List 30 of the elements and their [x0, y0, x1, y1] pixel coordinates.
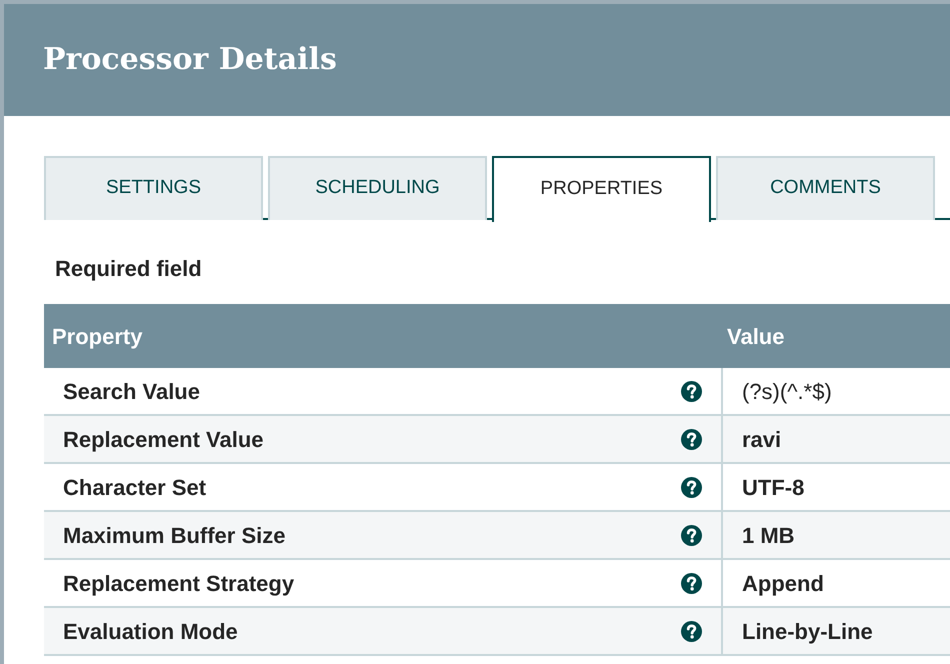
- tab[interactable]: SETTINGS: [44, 156, 263, 220]
- table-row[interactable]: Replacement Value ravi: [44, 416, 950, 464]
- property-value: Append: [742, 570, 824, 598]
- property-value: (?s)(^.*$): [742, 378, 832, 406]
- table-row[interactable]: Maximum Buffer Size 1 MB: [44, 512, 950, 560]
- table-row[interactable]: Search Value (?s)(^.*$): [44, 368, 950, 416]
- table-row[interactable]: Character Set UTF-8: [44, 464, 950, 512]
- help-icon[interactable]: [681, 524, 702, 546]
- property-name: Search Value: [63, 378, 201, 406]
- property-value: Line-by-Line: [742, 618, 873, 646]
- table-row[interactable]: Evaluation Mode Line-by-Line: [44, 608, 950, 656]
- property-value: UTF-8: [742, 474, 804, 502]
- help-icon[interactable]: [681, 380, 702, 402]
- tab[interactable]: SCHEDULING: [268, 156, 487, 220]
- property-name: Evaluation Mode: [63, 618, 239, 646]
- help-icon[interactable]: [681, 572, 702, 594]
- table-row[interactable]: Replacement Strategy Append: [44, 560, 950, 608]
- property-name: Maximum Buffer Size: [63, 522, 286, 550]
- help-icon[interactable]: [681, 476, 702, 498]
- help-icon[interactable]: [681, 620, 702, 642]
- property-name: Replacement Strategy: [63, 570, 296, 598]
- required-field-note: Required field: [55, 258, 202, 280]
- help-icon[interactable]: [681, 428, 702, 450]
- property-name: Replacement Value: [63, 426, 265, 454]
- property-value: ravi: [742, 426, 782, 454]
- dialog-title: Processor Details: [43, 45, 337, 75]
- tab[interactable]: COMMENTS: [716, 156, 935, 220]
- property-value: 1 MB: [742, 522, 795, 550]
- property-name: Character Set: [63, 474, 208, 502]
- tab[interactable]: PROPERTIES: [492, 156, 711, 222]
